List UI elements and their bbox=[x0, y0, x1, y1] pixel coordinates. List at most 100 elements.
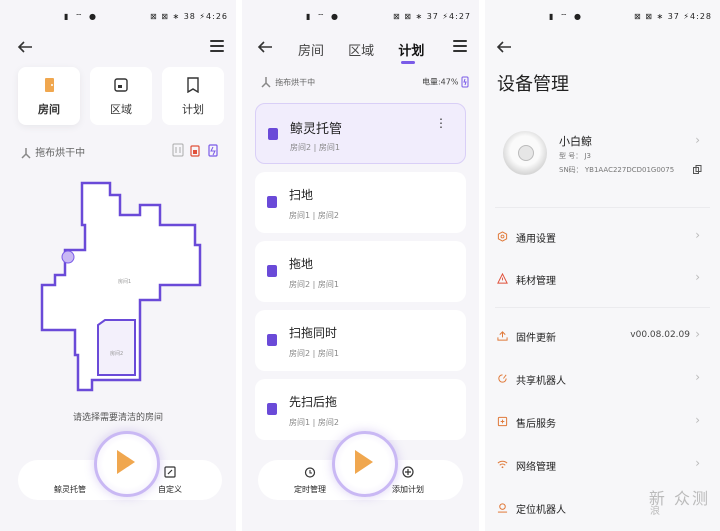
robot-status-text: 拖布烘干中 bbox=[35, 148, 86, 159]
plan-title: 扫地 bbox=[289, 188, 314, 202]
device-sn: SN码： YB1AAC227DCD01G0075 bbox=[559, 166, 675, 174]
tab-bar: 房间 区域 计划 bbox=[298, 40, 444, 59]
status-bar: ▮ ⌔ ● ⊠ ⊠ ∗ 37 ⚡4:27 bbox=[242, 12, 479, 24]
start-clean-button[interactable] bbox=[94, 431, 160, 497]
menu-row-share-robot[interactable]: 共享机器人 › bbox=[485, 364, 720, 394]
warning-icon bbox=[497, 273, 508, 284]
plan-rooms: 房间2 | 房间1 bbox=[289, 280, 339, 289]
status-left: ▮ ⌔ ● bbox=[64, 12, 98, 21]
service-icon bbox=[497, 416, 508, 427]
plan-title: 鲸灵托管 bbox=[290, 122, 343, 137]
dustbox-icon bbox=[172, 143, 184, 157]
door-icon bbox=[45, 78, 54, 92]
menu-icon[interactable] bbox=[453, 40, 467, 52]
plan-panel: ▮ ⌔ ● ⊠ ⊠ ∗ 37 ⚡4:27 房间 区域 计划 拖布烘干中 电量:4… bbox=[242, 0, 479, 531]
plan-rooms: 房间2 | 房间1 bbox=[289, 349, 339, 358]
chevron-right-icon: › bbox=[695, 456, 700, 470]
firmware-version: v00.08.02.09 bbox=[630, 330, 690, 340]
plan-item[interactable]: 拖地 房间2 | 房间1 bbox=[255, 241, 466, 302]
plan-item[interactable]: 鲸灵托管 房间2 | 房间1 ⋮ bbox=[255, 103, 466, 164]
plan-rooms: 房间2 | 房间1 bbox=[290, 143, 340, 152]
star-bookmark-icon bbox=[267, 334, 277, 346]
chevron-right-icon: › bbox=[695, 270, 700, 284]
custom-label[interactable]: 自定义 bbox=[158, 484, 182, 495]
chevron-right-icon: › bbox=[695, 413, 700, 427]
row-label: 共享机器人 bbox=[516, 376, 566, 387]
chevron-right-icon: › bbox=[695, 370, 700, 384]
menu-row-network[interactable]: 网络管理 › bbox=[485, 450, 720, 480]
clock-icon[interactable] bbox=[304, 466, 316, 478]
divider bbox=[495, 207, 710, 208]
map-room-label: 房间2 bbox=[110, 350, 123, 357]
locate-icon bbox=[497, 503, 508, 513]
house-map[interactable]: 房间1 房间2 bbox=[30, 175, 210, 405]
star-bookmark-icon bbox=[268, 128, 278, 140]
battery-text: 电量:47% bbox=[421, 77, 459, 87]
row-label: 售后服务 bbox=[516, 419, 556, 430]
upload-icon bbox=[497, 331, 508, 341]
row-label: 固件更新 bbox=[516, 333, 556, 344]
battery-icon bbox=[208, 144, 218, 157]
status-left: ▮ ⌔ ● bbox=[306, 12, 340, 21]
play-icon bbox=[117, 450, 135, 474]
add-plan-label[interactable]: 添加计划 bbox=[392, 484, 424, 495]
start-clean-button[interactable] bbox=[332, 431, 398, 497]
mode-label: 区域 bbox=[110, 103, 132, 116]
star-bookmark-icon bbox=[267, 196, 277, 208]
edit-icon[interactable] bbox=[164, 466, 176, 478]
mode-label: 房间 bbox=[38, 103, 60, 116]
plan-item[interactable]: 扫地 房间1 | 房间2 bbox=[255, 172, 466, 233]
hexagon-settings-icon bbox=[497, 231, 508, 242]
add-plan-icon[interactable] bbox=[402, 466, 414, 478]
status-bar: ▮ ⌔ ● ⊠ ⊠ ∗ 37 ⚡4:28 bbox=[485, 12, 720, 24]
status-right: ⊠ ⊠ ∗ 37 ⚡4:27 bbox=[392, 12, 471, 21]
robot-status-text: 拖布烘干中 bbox=[275, 78, 316, 87]
row-label: 定位机器人 bbox=[516, 505, 566, 516]
tab-plan[interactable]: 计划 bbox=[398, 44, 424, 59]
back-arrow-icon[interactable] bbox=[495, 38, 513, 56]
plan-title: 扫拖同时 bbox=[289, 326, 338, 340]
copy-icon[interactable] bbox=[693, 165, 702, 174]
mode-card-room[interactable]: 房间 bbox=[18, 67, 80, 125]
whale-care-label[interactable]: 鲸灵托管 bbox=[54, 484, 86, 495]
back-arrow-icon[interactable] bbox=[16, 38, 34, 56]
area-icon bbox=[114, 78, 128, 92]
schedule-label[interactable]: 定时管理 bbox=[294, 484, 326, 495]
chevron-right-icon: › bbox=[695, 133, 700, 147]
page-title: 设备管理 bbox=[497, 74, 569, 95]
mode-label: 计划 bbox=[182, 103, 204, 116]
device-card[interactable]: 小白鲸 型 号： J3 SN码： YB1AAC227DCD01G0075 › bbox=[485, 125, 720, 185]
battery-icon bbox=[461, 76, 469, 88]
more-options-icon[interactable]: ⋮ bbox=[435, 116, 447, 130]
plan-rooms: 房间1 | 房间2 bbox=[289, 418, 339, 427]
bookmark-icon bbox=[187, 77, 199, 93]
menu-row-after-sales[interactable]: 售后服务 › bbox=[485, 407, 720, 437]
back-arrow-icon[interactable] bbox=[256, 38, 274, 56]
menu-icon[interactable] bbox=[210, 40, 224, 52]
menu-row-general-settings[interactable]: 通用设置 › bbox=[485, 222, 720, 252]
menu-row-firmware-update[interactable]: 固件更新 v00.08.02.09 › bbox=[485, 321, 720, 351]
mop-icon bbox=[21, 148, 31, 159]
plan-title: 先扫后拖 bbox=[289, 395, 338, 409]
row-label: 耗材管理 bbox=[516, 276, 556, 287]
plan-item[interactable]: 扫拖同时 房间2 | 房间1 bbox=[255, 310, 466, 371]
battery-level: 电量:47% bbox=[422, 76, 469, 88]
device-name: 小白鲸 bbox=[559, 135, 592, 148]
tab-underline bbox=[401, 61, 415, 64]
wifi-icon bbox=[497, 460, 508, 469]
tab-room[interactable]: 房间 bbox=[298, 44, 324, 59]
share-icon bbox=[498, 374, 507, 383]
plan-rooms: 房间1 | 房间2 bbox=[289, 211, 339, 220]
status-right: ⊠ ⊠ ∗ 38 ⚡4:26 bbox=[149, 12, 228, 21]
mode-card-plan[interactable]: 计划 bbox=[162, 67, 224, 125]
play-icon bbox=[355, 450, 373, 474]
mode-card-area[interactable]: 区域 bbox=[90, 67, 152, 125]
tab-area[interactable]: 区域 bbox=[348, 44, 374, 59]
menu-row-consumables[interactable]: 耗材管理 › bbox=[485, 264, 720, 294]
row-label: 通用设置 bbox=[516, 234, 556, 245]
water-tank-icon bbox=[190, 145, 200, 157]
robot-position-icon bbox=[61, 250, 75, 264]
watermark-secondary: 浪 bbox=[650, 506, 660, 517]
device-management-panel: ▮ ⌔ ● ⊠ ⊠ ∗ 37 ⚡4:28 设备管理 小白鲸 型 号： J3 SN… bbox=[485, 0, 720, 531]
robot-image bbox=[503, 131, 547, 175]
